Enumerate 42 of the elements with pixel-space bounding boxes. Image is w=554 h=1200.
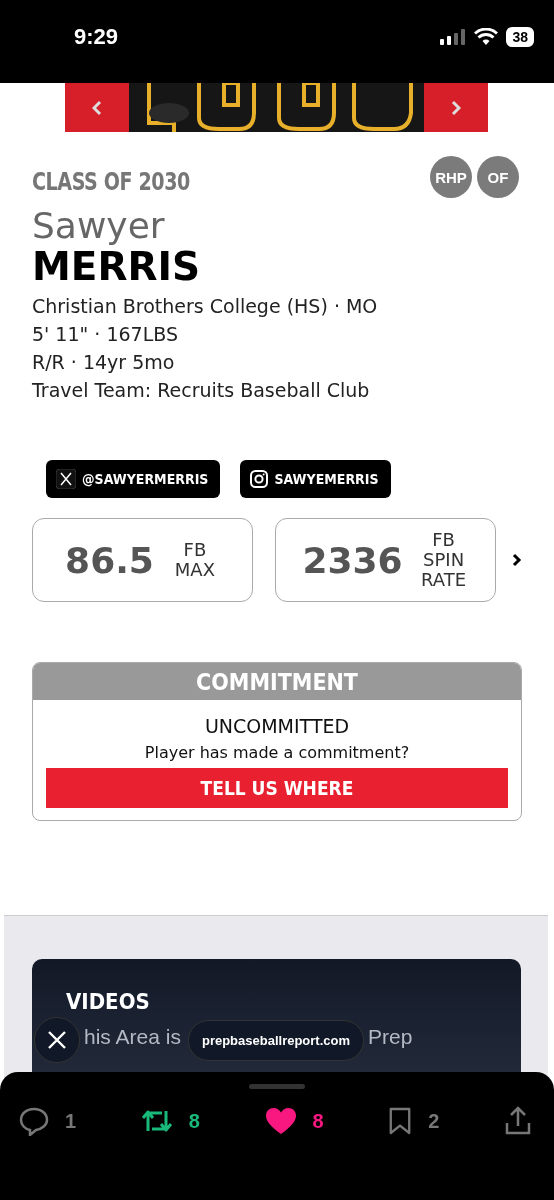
videos-title: VIDEOS (66, 989, 151, 1014)
stat-label: FB MAX (173, 540, 216, 580)
social-link[interactable]: SAWYEMERRIS (240, 460, 391, 498)
videos-text: his Area is (84, 1024, 182, 1050)
heart-icon[interactable] (264, 1107, 297, 1135)
position-badge: RHP (430, 156, 472, 198)
player-detail: Travel Team: Recruits Baseball Club (32, 378, 371, 403)
commitment-question: Player has made a commitment? (144, 743, 410, 762)
chevron-right-icon[interactable] (512, 553, 522, 567)
videos-text: Prep (368, 1024, 413, 1050)
tell-us-where-button[interactable]: TELL US WHERE (46, 768, 508, 808)
x-logo-icon (56, 469, 76, 489)
action-count: 8 (188, 1109, 200, 1133)
commitment-header: COMMITMENT (33, 663, 521, 700)
player-detail: 5' 11" · 167LBS (32, 322, 179, 347)
instagram-icon (250, 470, 269, 488)
signal-icon (440, 28, 467, 45)
close-icon (47, 1030, 67, 1050)
stat-value: 86.5 (65, 539, 154, 581)
class-label: CLASS OF 2030 (32, 166, 190, 196)
last-name: MERRIS (32, 246, 202, 288)
clock: 9:29 (74, 23, 119, 50)
action-count: 2 (428, 1109, 440, 1133)
chevron-right-icon (451, 99, 461, 116)
social-link[interactable]: @SAWYERMERRIS (46, 460, 221, 498)
battery-icon: 38 (506, 26, 534, 47)
player-detail: R/R · 14yr 5mo (32, 350, 176, 375)
first-name: Sawyer (32, 206, 166, 246)
position-badge: OF (477, 156, 519, 198)
commitment-status: UNCOMMITTED (204, 715, 350, 737)
share-icon[interactable] (504, 1106, 532, 1136)
bookmark-icon[interactable] (388, 1107, 413, 1135)
player-detail: Christian Brothers College (HS) · MO (32, 294, 379, 319)
action-count: 8 (312, 1109, 324, 1133)
speech-bubble-icon[interactable] (19, 1106, 49, 1136)
action-count: 1 (65, 1109, 77, 1133)
stat-value: 2336 (302, 539, 403, 581)
wifi-icon (474, 27, 499, 46)
stat-label: FB SPIN RATE (420, 530, 468, 590)
chevron-left-icon (92, 99, 102, 116)
sheet-handle[interactable] (249, 1084, 305, 1089)
url-pill[interactable]: prepbaseballreport.com (188, 1020, 364, 1061)
